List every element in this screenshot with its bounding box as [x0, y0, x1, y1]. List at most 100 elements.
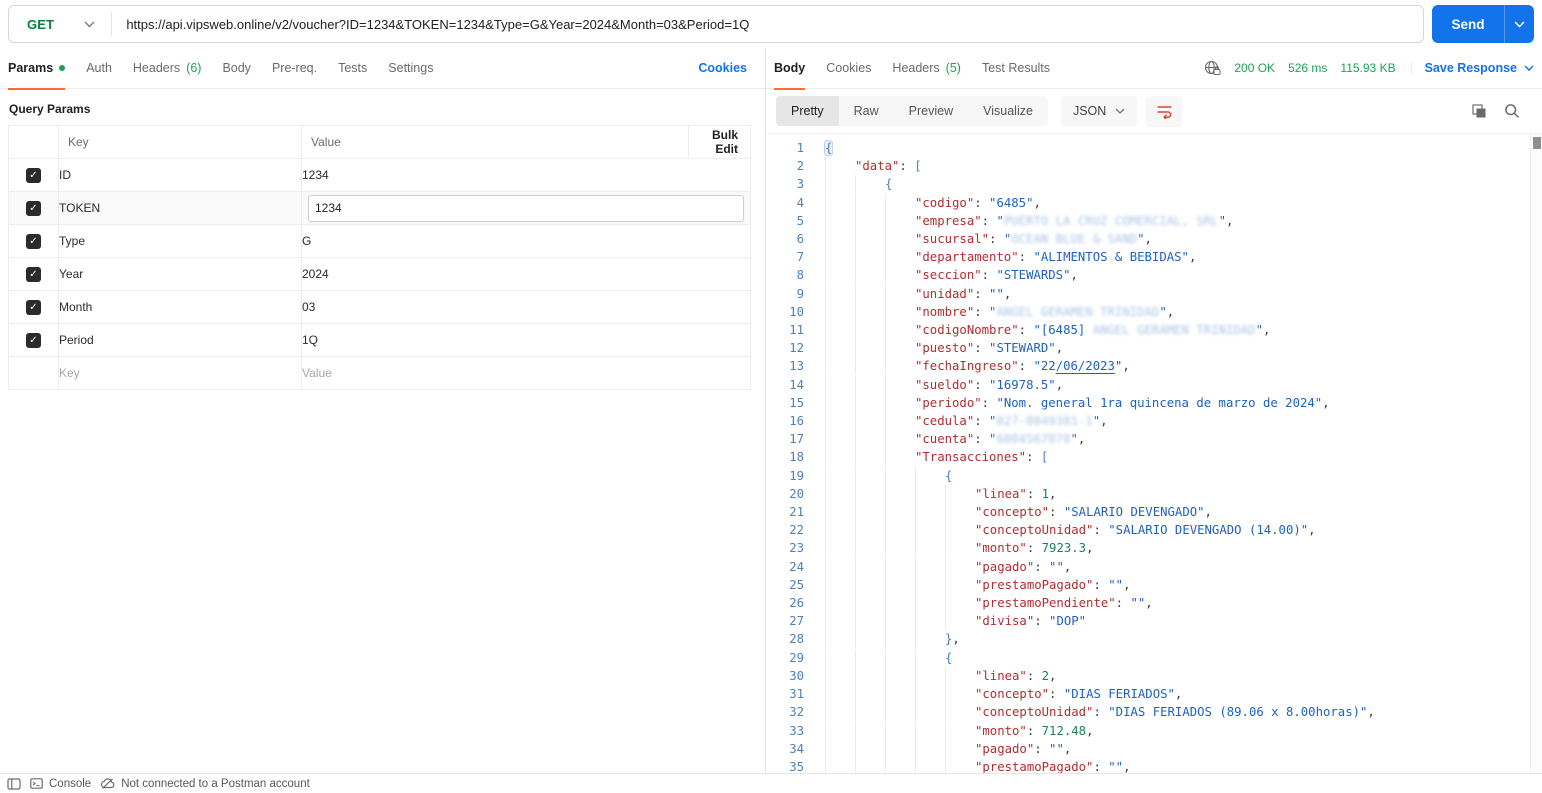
- param-key[interactable]: Year: [58, 257, 302, 291]
- network-info-icon[interactable]: [1204, 60, 1221, 76]
- code-token: "cedula": [915, 414, 975, 429]
- response-time[interactable]: 526 ms: [1288, 61, 1327, 75]
- code-content: "unidad": "",: [810, 284, 1011, 303]
- indent-guide: [855, 612, 885, 631]
- code-token: "concepto": [975, 687, 1050, 702]
- tab-response-body[interactable]: Body: [774, 48, 806, 90]
- url-input[interactable]: [112, 6, 1423, 42]
- tab-label: Auth: [86, 61, 112, 75]
- code-token: "pagado": [975, 559, 1035, 574]
- tab-response-cookies[interactable]: Cookies: [826, 48, 871, 89]
- indent-guide: [945, 484, 975, 503]
- code-line: 33 "monto": 712.48,: [766, 721, 1542, 740]
- checkbox-checked-icon[interactable]: ✓: [26, 200, 41, 216]
- tab-settings[interactable]: Settings: [388, 48, 433, 89]
- code-token: "unidad": [915, 286, 975, 301]
- param-key[interactable]: Type: [58, 224, 302, 258]
- view-preview[interactable]: Preview: [894, 96, 968, 126]
- param-key[interactable]: TOKEN: [58, 191, 302, 225]
- scrollbar[interactable]: [1530, 134, 1542, 773]
- indent-guide: [825, 393, 855, 412]
- copy-icon[interactable]: [1471, 103, 1487, 119]
- code-line: 28},: [766, 630, 1542, 649]
- code-token: :: [974, 341, 990, 356]
- param-key[interactable]: Month: [58, 290, 302, 324]
- response-size[interactable]: 115.93 KB: [1340, 61, 1395, 75]
- indent-guide: [945, 594, 975, 613]
- view-pretty[interactable]: Pretty: [776, 96, 839, 126]
- tab-params[interactable]: Params: [8, 48, 66, 90]
- code-token: "16978.5": [989, 377, 1056, 392]
- checkbox-checked-icon[interactable]: ✓: [26, 299, 41, 315]
- scrollbar-thumb[interactable]: [1533, 137, 1541, 149]
- tab-test-results[interactable]: Test Results: [982, 48, 1050, 89]
- param-value[interactable]: 1Q: [301, 323, 751, 357]
- redacted-text: ANGEL GERAMEN TRINIDAD: [994, 303, 1162, 321]
- param-value-input[interactable]: 1234: [308, 194, 744, 222]
- save-response-button[interactable]: Save Response: [1410, 61, 1534, 75]
- tab-tests[interactable]: Tests: [338, 48, 367, 89]
- code-line: 6 "sucursal": "OCEAN BLUE & SAND",: [766, 230, 1542, 249]
- param-value[interactable]: 1234: [301, 158, 751, 192]
- code-line: 20 "linea": 1,: [766, 484, 1542, 503]
- param-key[interactable]: Period: [58, 323, 302, 357]
- line-number: 2: [796, 159, 804, 174]
- code-line: 3{: [766, 175, 1542, 194]
- header-checkbox-cell: [8, 125, 59, 159]
- code-token: ,: [1204, 505, 1212, 520]
- param-value[interactable]: 03: [301, 290, 751, 324]
- tab-body[interactable]: Body: [222, 48, 251, 89]
- code-token: :: [974, 414, 990, 429]
- tab-label: Settings: [388, 61, 434, 75]
- method-selector[interactable]: GET: [9, 17, 111, 32]
- code-token: [: [1040, 450, 1049, 465]
- view-visualize[interactable]: Visualize: [968, 96, 1048, 126]
- response-tabs: Body Cookies Headers (5) Test Results 20…: [766, 48, 1542, 90]
- tab-pre-request[interactable]: Pre-req.: [272, 48, 317, 89]
- code-content: "codigoNombre": "[6485] ANGEL GERAMEN TR…: [810, 321, 1270, 340]
- send-button[interactable]: Send: [1432, 5, 1504, 43]
- new-param-value-input[interactable]: [302, 366, 728, 380]
- param-value[interactable]: 2024: [301, 257, 751, 291]
- param-value[interactable]: G: [301, 224, 751, 258]
- response-code[interactable]: 1{2 "data": [3{4 "codigo": "6485", 5 "empres…: [766, 134, 1542, 773]
- format-selector[interactable]: JSON: [1060, 96, 1138, 126]
- checkbox-checked-icon[interactable]: ✓: [26, 233, 41, 249]
- indent-guide: [945, 575, 975, 594]
- cookies-link[interactable]: Cookies: [698, 61, 757, 75]
- connection-status[interactable]: Not connected to a Postman account: [100, 778, 310, 790]
- tab-label: Test Results: [981, 61, 1051, 75]
- indent-guide: [825, 412, 855, 431]
- view-raw[interactable]: Raw: [839, 96, 894, 126]
- wrap-lines-button[interactable]: [1146, 95, 1183, 127]
- header-value: Value: [301, 125, 689, 159]
- code-token: :: [1018, 250, 1034, 265]
- send-options-chevron[interactable]: [1504, 5, 1534, 43]
- tab-headers[interactable]: Headers (6): [133, 48, 202, 89]
- response-toolbar: Pretty Raw Preview Visualize JSON: [766, 89, 1542, 134]
- status-code[interactable]: 200 OK: [1234, 61, 1275, 75]
- line-number: 10: [789, 304, 804, 319]
- checkbox-checked-icon[interactable]: ✓: [26, 266, 41, 282]
- tab-response-headers[interactable]: Headers (5): [892, 48, 961, 89]
- code-token: "": [1049, 559, 1064, 574]
- bulk-edit-button[interactable]: Bulk Edit: [688, 125, 751, 159]
- param-key[interactable]: ID: [58, 158, 302, 192]
- new-param-key-input[interactable]: [59, 366, 289, 380]
- indent-guide: [825, 175, 855, 194]
- indent-guide: [825, 703, 855, 722]
- indent-guide: [855, 448, 885, 467]
- checkbox-checked-icon[interactable]: ✓: [26, 167, 41, 183]
- line-number: 7: [796, 250, 804, 265]
- indent-guide: [885, 211, 915, 230]
- table-row: ✓ TOKEN 1234: [8, 191, 751, 225]
- tab-auth[interactable]: Auth: [86, 48, 112, 89]
- checkbox-checked-icon[interactable]: ✓: [26, 332, 41, 348]
- console-button[interactable]: Console: [30, 778, 91, 790]
- search-icon[interactable]: [1504, 103, 1520, 119]
- save-response-label: Save Response: [1424, 61, 1517, 75]
- code-token: ,: [1367, 705, 1375, 720]
- toggle-sidebar-icon[interactable]: [7, 777, 21, 790]
- indent-guide: [885, 430, 915, 449]
- code-token: ,: [1174, 687, 1183, 702]
